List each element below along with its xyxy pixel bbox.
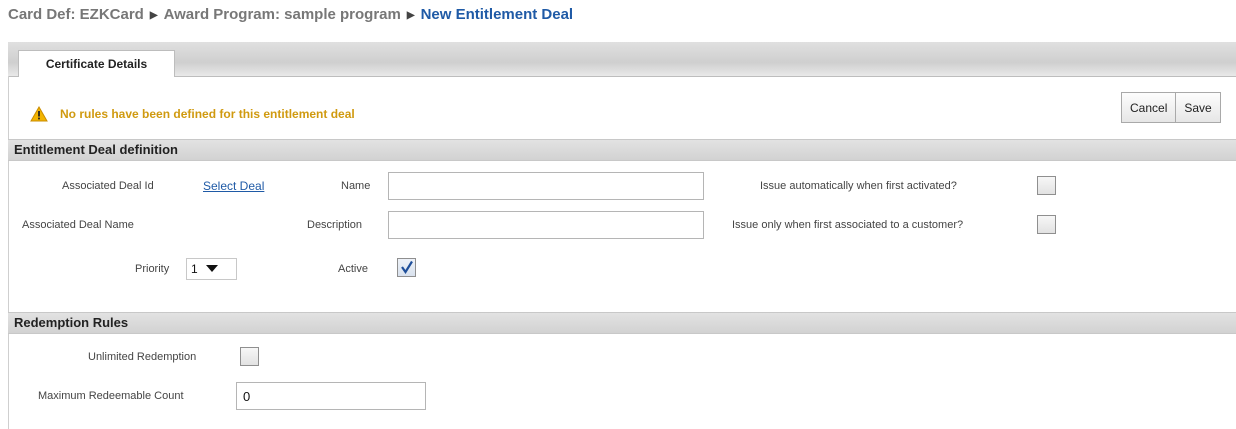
tab-panel	[8, 76, 1236, 429]
action-buttons: Cancel Save	[1121, 92, 1221, 123]
section-header-redemption: Redemption Rules	[8, 312, 1236, 334]
warning-message: No rules have been defined for this enti…	[30, 106, 355, 122]
description-input[interactable]	[388, 211, 704, 239]
max-redeemable-count-label: Maximum Redeemable Count	[38, 390, 184, 402]
breadcrumb-separator-icon: ▶	[149, 10, 158, 21]
priority-select[interactable]: 1	[186, 258, 237, 280]
name-label: Name	[341, 180, 371, 192]
breadcrumb-current: New Entitlement Deal	[420, 6, 574, 23]
tab-bar: Certificate Details	[8, 42, 1236, 77]
issue-auto-checkbox[interactable]	[1037, 176, 1056, 195]
associated-deal-id-label: Associated Deal Id	[62, 180, 154, 192]
max-redeemable-count-input[interactable]	[236, 382, 426, 410]
breadcrumb: Card Def: EZKCard ▶ Award Program: sample …	[8, 6, 573, 23]
issue-assoc-checkbox[interactable]	[1037, 215, 1056, 234]
select-deal-link[interactable]: Select Deal	[203, 179, 264, 193]
warning-icon	[30, 106, 48, 122]
breadcrumb-card-def[interactable]: Card Def: EZKCard	[8, 6, 144, 23]
save-button[interactable]: Save	[1175, 93, 1219, 122]
section-header-definition: Entitlement Deal definition	[8, 139, 1236, 161]
cancel-button[interactable]: Cancel	[1122, 93, 1175, 122]
issue-auto-label: Issue automatically when first activated…	[760, 180, 957, 192]
warning-text: No rules have been defined for this enti…	[60, 107, 355, 121]
breadcrumb-separator-icon: ▶	[406, 10, 415, 21]
name-input[interactable]	[388, 172, 704, 200]
description-label: Description	[307, 219, 363, 231]
unlimited-redemption-label: Unlimited Redemption	[88, 351, 197, 363]
unlimited-redemption-checkbox[interactable]	[240, 347, 259, 366]
active-checkbox[interactable]	[397, 258, 416, 277]
priority-label: Priority	[135, 263, 170, 275]
associated-deal-name-label: Associated Deal Name	[22, 219, 134, 231]
checkmark-icon	[401, 260, 413, 274]
breadcrumb-award-program[interactable]: Award Program: sample program	[164, 6, 401, 23]
active-label: Active	[338, 263, 368, 275]
tab-certificate-details[interactable]: Certificate Details	[18, 50, 175, 77]
issue-assoc-label: Issue only when first associated to a cu…	[732, 219, 964, 231]
priority-value: 1	[191, 262, 198, 276]
chevron-down-icon	[205, 265, 218, 272]
